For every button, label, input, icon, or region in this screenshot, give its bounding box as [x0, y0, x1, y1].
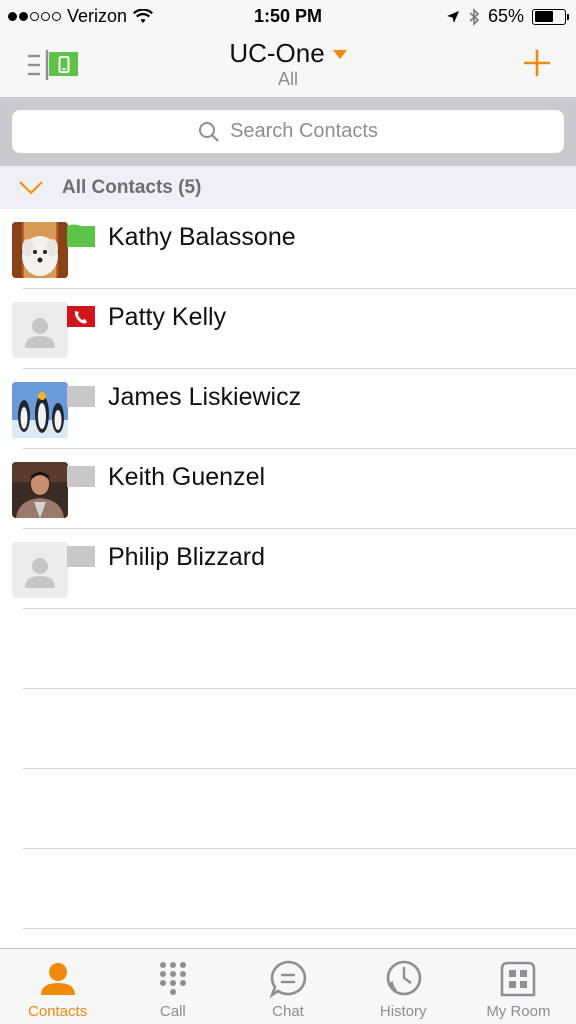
- tab-label: History: [379, 1003, 427, 1020]
- avatar: [12, 462, 68, 518]
- group-label: All Contacts (5): [62, 176, 202, 198]
- tab-my-room[interactable]: My Room: [461, 949, 576, 1024]
- person-icon: [40, 963, 75, 995]
- contact-name: Keith Guenzel: [108, 463, 266, 491]
- contact-row[interactable]: Keith Guenzel: [0, 449, 576, 529]
- divider: [23, 928, 576, 929]
- contact-list: Kathy Balassone Patty Kelly James Liskie…: [0, 209, 576, 929]
- contact-row[interactable]: James Liskiewicz: [0, 369, 576, 449]
- tab-history[interactable]: History: [346, 949, 461, 1024]
- navigation-bar: UC-One All: [0, 32, 576, 98]
- empty-row: [0, 609, 576, 689]
- search-icon: [199, 121, 219, 142]
- tab-label: Chat: [272, 1003, 304, 1020]
- battery-icon: [532, 8, 569, 25]
- contact-row[interactable]: Philip Blizzard: [0, 529, 576, 609]
- battery-level: [534, 11, 554, 22]
- default-person-icon: [12, 302, 68, 358]
- nav-title-group[interactable]: UC-One All: [0, 38, 576, 90]
- bluetooth-icon: [469, 7, 480, 26]
- empty-row: [0, 689, 576, 769]
- contact-name: James Liskiewicz: [108, 383, 302, 411]
- avatar: [12, 302, 68, 358]
- tab-chat[interactable]: Chat: [230, 949, 345, 1024]
- contact-row[interactable]: Kathy Balassone: [0, 209, 576, 289]
- tab-label: Call: [159, 1003, 186, 1020]
- offline-flag-icon: [67, 466, 95, 487]
- on-call-flag-icon: [67, 306, 95, 327]
- available-flag-icon: [67, 224, 95, 247]
- avatar: [12, 222, 68, 278]
- offline-flag-icon: [67, 546, 95, 567]
- battery-percent: 65%: [487, 6, 524, 26]
- nav-title: UC-One: [229, 38, 325, 68]
- nav-subtitle: All: [277, 69, 298, 89]
- location-arrow-icon: [446, 10, 459, 23]
- search-input[interactable]: Search Contacts: [12, 110, 564, 153]
- history-clock-icon: [386, 960, 422, 996]
- add-contact-icon[interactable]: [522, 48, 552, 78]
- tab-label: My Room: [486, 1003, 551, 1020]
- status-bar: Verizon 1:50 PM 65%: [0, 0, 576, 32]
- tab-bar: Contacts Call Chat History My Room: [0, 948, 576, 1024]
- search-bar-container: Search Contacts: [0, 98, 576, 166]
- contact-name: Kathy Balassone: [108, 223, 296, 251]
- default-person-icon: [12, 542, 68, 598]
- my-room-icon: [501, 961, 536, 997]
- avatar: [12, 382, 68, 438]
- chevron-down-icon: [19, 180, 43, 194]
- offline-flag-icon: [67, 386, 95, 407]
- contact-row[interactable]: Patty Kelly: [0, 289, 576, 369]
- search-placeholder: Search Contacts: [230, 120, 378, 142]
- contact-name: Philip Blizzard: [108, 543, 266, 571]
- group-header-all-contacts[interactable]: All Contacts (5): [0, 166, 576, 209]
- tab-label: Contacts: [28, 1003, 88, 1020]
- title-dropdown-icon: [332, 50, 347, 60]
- empty-row: [0, 769, 576, 849]
- contact-name: Patty Kelly: [108, 303, 227, 331]
- tab-call[interactable]: Call: [115, 949, 230, 1024]
- dialpad-icon: [159, 962, 186, 995]
- empty-row: [0, 849, 576, 929]
- avatar: [12, 542, 68, 598]
- status-right: 65%: [446, 6, 569, 27]
- tab-contacts[interactable]: Contacts: [0, 949, 115, 1024]
- chat-bubble-icon: [269, 960, 307, 999]
